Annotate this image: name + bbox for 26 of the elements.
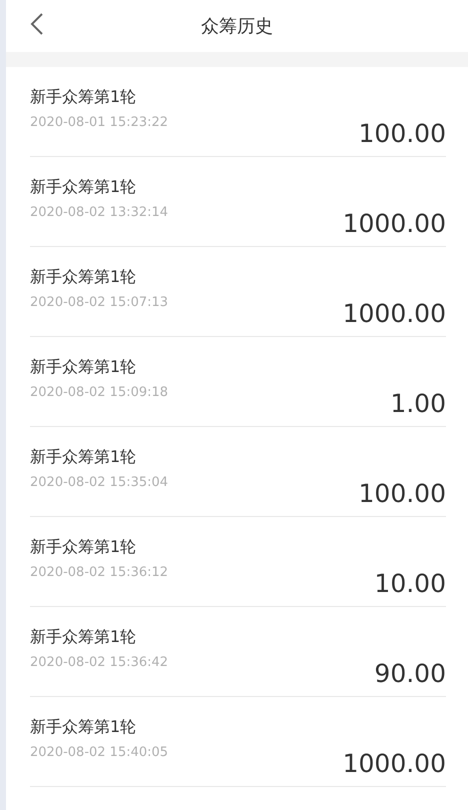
record-amount: 1000.00 [342,749,446,779]
record-time: 2020-08-02 15:40:05 [30,744,168,762]
record-time: 2020-08-02 15:36:42 [30,654,168,672]
record-title: 新手众筹第1轮 [30,356,138,378]
record-amount: 1000.00 [342,209,446,239]
record-time: 2020-08-02 15:07:13 [30,294,168,312]
record-time: 2020-08-01 15:23:22 [30,114,168,132]
record-time: 2020-08-02 13:32:14 [30,204,168,222]
record-time: 2020-08-02 15:35:04 [30,474,168,492]
record-amount: 100.00 [358,119,446,149]
record-amount: 10.00 [374,569,446,599]
record-amount: 1.00 [390,389,446,419]
record-time: 2020-08-02 15:09:18 [30,384,168,402]
back-icon[interactable] [30,12,44,36]
record-time: 2020-08-02 15:36:12 [30,564,168,582]
record-title: 新手众筹第1轮 [30,536,138,558]
record-amount: 90.00 [374,659,446,689]
record-amount: 1000.00 [342,299,446,329]
record-title: 新手众筹第1轮 [30,626,138,648]
page-title: 众筹历史 [201,15,273,38]
record-title: 新手众筹第1轮 [30,446,138,468]
record-title: 新手众筹第1轮 [30,176,138,198]
record-title: 新手众筹第1轮 [30,86,138,108]
record-title: 新手众筹第1轮 [30,266,138,288]
record-amount: 100.00 [358,479,446,509]
record-title: 新手众筹第1轮 [30,716,138,738]
